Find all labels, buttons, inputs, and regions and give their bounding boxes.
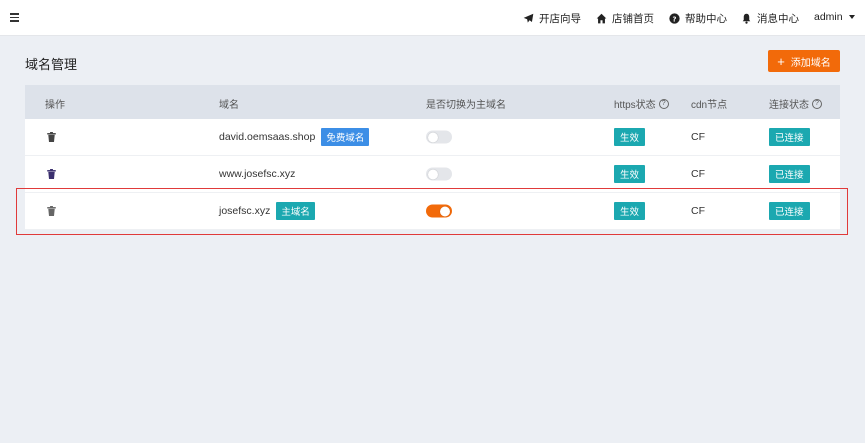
https-cell: 生效 (614, 165, 646, 183)
primary-domain-tag: 主域名 (276, 202, 315, 220)
domain-name: josefsc.xyz (219, 205, 271, 217)
nav-store-home[interactable]: 店铺首页 (596, 11, 654, 26)
plus-icon: + (777, 53, 785, 69)
nav-help-center-label: 帮助中心 (685, 13, 727, 25)
trash-icon (47, 169, 56, 179)
svg-text:?: ? (673, 15, 677, 23)
paper-plane-icon (523, 13, 534, 23)
home-icon (596, 13, 607, 24)
user-name: admin (814, 11, 843, 23)
col-https: https状态 ? (614, 96, 669, 111)
domain-cell: josefsc.xyz 主域名 (219, 202, 315, 220)
add-domain-label: 添加域名 (790, 57, 831, 69)
col-domain: 域名 (219, 100, 239, 111)
top-bar: 开店向导 店铺首页 ? 帮助中心 消息中心 admin (0, 0, 865, 36)
domain-name: david.oemsaas.shop (219, 131, 316, 143)
nav-message-center[interactable]: 消息中心 (741, 11, 799, 26)
primary-domain-switch[interactable] (426, 167, 452, 181)
connection-cell: 已连接 (769, 202, 810, 220)
https-status-badge: 生效 (614, 165, 646, 183)
domain-cell: www.josefsc.xyz (219, 168, 295, 180)
add-domain-button[interactable]: + 添加域名 (768, 50, 840, 72)
nav-shop-guide[interactable]: 开店向导 (523, 11, 581, 26)
cdn-node: CF (691, 131, 705, 143)
connection-status-badge: 已连接 (769, 165, 810, 183)
trash-icon (47, 132, 56, 142)
primary-switch-cell (426, 204, 452, 218)
question-icon[interactable]: ? (812, 98, 822, 109)
https-cell: 生效 (614, 128, 646, 146)
col-cdn: cdn节点 (691, 100, 728, 111)
nav-store-home-label: 店铺首页 (612, 13, 654, 25)
table-header: 操作 域名 是否切换为主域名 https状态 ? cdn节点 连接状态 ? (25, 85, 840, 119)
connection-status-badge: 已连接 (769, 128, 810, 146)
menu-icon[interactable] (10, 13, 20, 22)
help-circle-icon: ? (669, 13, 680, 24)
bell-icon (742, 13, 751, 24)
table-row: www.josefsc.xyz 生效 CF 已连接 (25, 156, 840, 193)
col-connection: 连接状态 ? (769, 96, 822, 111)
nav-help-center[interactable]: ? 帮助中心 (669, 11, 727, 26)
https-status-badge: 生效 (614, 202, 646, 220)
trash-icon (47, 206, 56, 216)
connection-cell: 已连接 (769, 128, 810, 146)
primary-switch-cell (426, 167, 452, 181)
free-domain-tag: 免费域名 (321, 128, 370, 146)
domain-table: 操作 域名 是否切换为主域名 https状态 ? cdn节点 连接状态 ? da… (25, 85, 840, 230)
table-row: david.oemsaas.shop 免费域名 生效 CF 已连接 (25, 119, 840, 156)
col-action: 操作 (45, 100, 65, 111)
primary-switch-cell (426, 130, 452, 144)
https-status-badge: 生效 (614, 128, 646, 146)
connection-cell: 已连接 (769, 165, 810, 183)
domain-cell: david.oemsaas.shop 免费域名 (219, 128, 370, 146)
col-primary-switch: 是否切换为主域名 (426, 100, 506, 111)
cdn-node: CF (691, 168, 705, 180)
connection-status-badge: 已连接 (769, 202, 810, 220)
https-cell: 生效 (614, 202, 646, 220)
page-title: 域名管理 (25, 57, 78, 72)
cdn-node: CF (691, 205, 705, 217)
question-icon[interactable]: ? (658, 98, 669, 109)
primary-domain-switch[interactable] (426, 204, 452, 218)
delete-button[interactable] (47, 132, 56, 142)
nav-shop-guide-label: 开店向导 (539, 13, 581, 25)
col-https-label: https状态 (614, 100, 656, 111)
domain-name: www.josefsc.xyz (219, 168, 296, 180)
primary-domain-switch[interactable] (426, 130, 452, 144)
caret-down-icon (848, 15, 855, 19)
table-row: josefsc.xyz 主域名 生效 CF 已连接 (25, 193, 840, 230)
delete-button[interactable] (47, 169, 56, 179)
delete-button[interactable] (47, 206, 56, 216)
nav-message-center-label: 消息中心 (757, 13, 799, 25)
user-menu[interactable]: admin (814, 11, 855, 23)
col-connection-label: 连接状态 (769, 100, 809, 111)
